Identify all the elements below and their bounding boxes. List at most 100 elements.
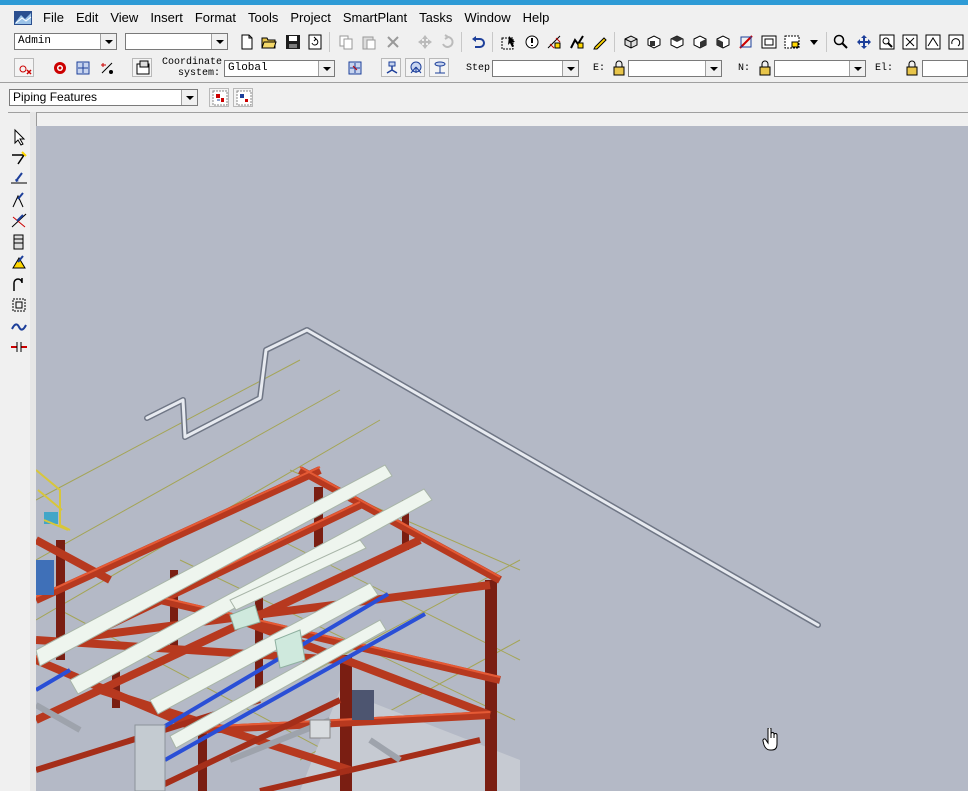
pan-button[interactable] [853,32,873,51]
route-pipe-button[interactable] [10,149,28,167]
view-front-button[interactable] [643,32,663,51]
task-selector-combo[interactable]: Piping Features [9,89,198,106]
east-label: E: [593,63,606,74]
paste-button[interactable] [358,32,378,51]
permission-group-combo[interactable]: Admin [14,33,117,50]
interference-icon [570,35,584,49]
lock-icon [759,60,771,76]
save-button[interactable] [282,32,302,51]
insert-gap-button[interactable] [10,338,28,356]
insert-component-button[interactable] [10,170,28,188]
chevron-down-icon[interactable] [100,34,116,49]
view-dropdown-button[interactable] [803,32,823,51]
common-views-button[interactable] [922,32,942,51]
toolbar-divider [0,112,968,113]
insert-instrument-button[interactable] [10,191,28,209]
copy-button[interactable] [335,32,355,51]
toolbar-divider [0,82,968,83]
coordinate-system-label-line2: system: [178,68,221,79]
chevron-down-icon[interactable] [705,61,721,76]
spherical-mode-button[interactable] [405,58,425,77]
sketch-button[interactable] [589,32,609,51]
task-tool-2-button[interactable] [233,88,253,107]
menu-insert[interactable]: Insert [144,8,189,28]
zoom-area-button[interactable] [758,32,778,51]
cube-right-icon [693,35,707,49]
insert-jumper-button[interactable] [10,296,28,314]
check-interference-button[interactable] [566,32,586,51]
toolbar-separator [461,32,462,52]
cylindrical-mode-button[interactable] [429,58,449,77]
lock-icon [906,60,918,76]
reposition-target-button[interactable] [72,58,92,77]
insert-specialty-button[interactable] [10,212,28,230]
menu-edit[interactable]: Edit [70,8,104,28]
open-button[interactable] [258,32,278,51]
permission-group-value: Admin [18,35,52,47]
new-button[interactable] [236,32,256,51]
menu-tools[interactable]: Tools [242,8,284,28]
filter-combo[interactable] [125,33,228,50]
delete-button[interactable] [382,32,402,51]
insert-split-button[interactable] [10,254,28,272]
model-3d-scene[interactable] [36,126,968,791]
fit-view-button[interactable] [899,32,919,51]
insert-feature-button[interactable] [10,317,28,335]
north-combo[interactable] [774,60,866,77]
select-set-button[interactable] [781,32,801,51]
undo-button[interactable] [467,32,487,51]
rectangular-mode-button[interactable] [381,58,401,77]
target-to-origin-button[interactable] [49,58,69,77]
move-button[interactable] [414,32,434,51]
chevron-down-icon[interactable] [849,61,865,76]
menu-tasks[interactable]: Tasks [413,8,458,28]
elevation-lock-button[interactable] [901,58,921,77]
coordinate-system-combo[interactable]: Global [224,60,335,77]
properties-button[interactable] [521,32,541,51]
refresh-button[interactable] [304,32,324,51]
menu-smartplant[interactable]: SmartPlant [337,8,413,28]
view-top-button[interactable] [666,32,686,51]
step-combo[interactable] [492,60,579,77]
select-by-filter-button[interactable] [498,32,518,51]
clip-volume-button[interactable] [735,32,755,51]
pinpoint-options-button[interactable] [344,58,364,77]
coordinate-system-button[interactable] [132,58,152,77]
insert-jumper-icon [12,298,26,312]
menu-view[interactable]: View [104,8,144,28]
zoom-button[interactable] [830,32,850,51]
view-right-button[interactable] [689,32,709,51]
cube-front-icon [647,35,661,49]
chevron-down-icon[interactable] [181,90,197,105]
insert-turn-button[interactable] [10,275,28,293]
task-tool-1-button[interactable] [209,88,229,107]
measure-button[interactable] [543,32,563,51]
east-lock-button[interactable] [608,58,628,77]
select-set-icon [784,35,800,49]
chevron-down-icon[interactable] [211,34,227,49]
elevation-combo[interactable] [922,60,968,77]
open-folder-icon [261,37,277,49]
rotate-view-button[interactable] [945,32,965,51]
chevron-down-icon[interactable] [318,61,334,76]
zoom-window-button[interactable] [876,32,896,51]
menu-window[interactable]: Window [458,8,516,28]
menu-format[interactable]: Format [189,8,242,28]
view-left-button[interactable] [712,32,732,51]
menu-file[interactable]: File [37,8,70,28]
north-lock-button[interactable] [754,58,774,77]
chevron-down-icon[interactable] [562,61,578,76]
chevron-down-icon [810,40,818,45]
rotate-button[interactable] [436,32,456,51]
east-combo[interactable] [628,60,722,77]
view-iso-button[interactable] [620,32,640,51]
menu-help[interactable]: Help [517,8,556,28]
relative-tracking-button[interactable] [96,58,116,77]
graphic-view[interactable] [36,126,968,791]
cancel-pinpoint-button[interactable] [14,58,34,77]
select-tool-button[interactable] [10,128,28,146]
menu-project[interactable]: Project [284,8,336,28]
new-file-icon [241,34,253,50]
zoom-window-icon [879,34,895,50]
insert-tap-button[interactable] [10,233,28,251]
